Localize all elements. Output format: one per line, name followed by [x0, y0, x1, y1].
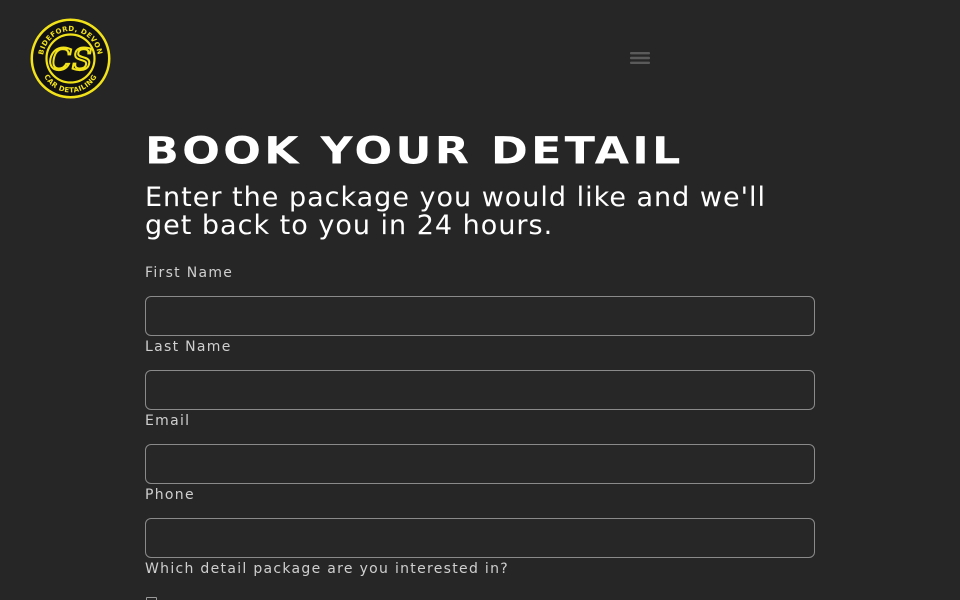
booking-section: BOOK YOUR DETAIL Enter the package you w… — [145, 132, 815, 578]
first-name-input[interactable] — [145, 296, 815, 336]
logo-monogram: CS — [49, 43, 93, 78]
email-input[interactable] — [145, 444, 815, 484]
page-subtitle: Enter the package you would like and we'… — [145, 182, 767, 241]
phone-field-group: Phone — [145, 486, 815, 558]
site-logo[interactable]: BIDEFORD, DEVON CAR DETAILING CS — [29, 17, 112, 100]
package-question-label: Which detail package are you interested … — [145, 561, 509, 577]
last-name-field-group: Last Name — [145, 338, 815, 410]
last-name-label: Last Name — [145, 339, 232, 355]
page-title: BOOK YOUR DETAIL — [145, 129, 684, 173]
package-question-group: Which detail package are you interested … — [145, 560, 815, 578]
email-field-group: Email — [145, 412, 815, 484]
last-name-input[interactable] — [145, 370, 815, 410]
first-name-field-group: First Name — [145, 264, 815, 336]
phone-input[interactable] — [145, 518, 815, 558]
booking-form: First Name Last Name Email Phone Which d… — [145, 264, 815, 578]
hamburger-icon — [630, 52, 650, 64]
phone-label: Phone — [145, 487, 195, 503]
first-name-label: First Name — [145, 265, 234, 281]
booking-page: BIDEFORD, DEVON CAR DETAILING CS BOOK YO… — [0, 0, 960, 600]
logo-badge-icon: BIDEFORD, DEVON CAR DETAILING CS — [30, 18, 111, 99]
menu-button[interactable] — [626, 44, 654, 72]
email-label: Email — [145, 413, 191, 429]
